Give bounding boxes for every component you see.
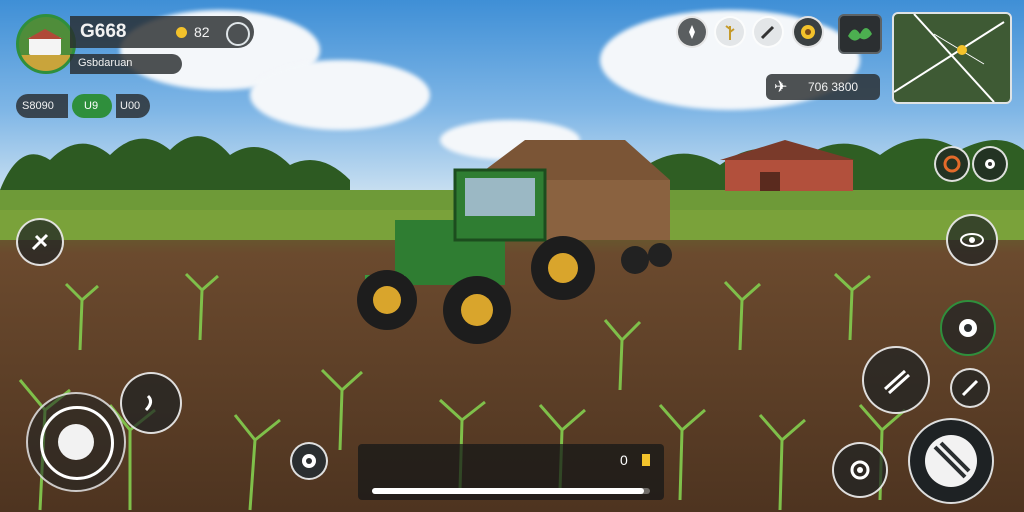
horn-icon[interactable]: [120, 372, 182, 434]
brake-button[interactable]: [908, 418, 994, 504]
player-name: Gsbdaruan: [78, 57, 133, 69]
coin-icon: [176, 27, 187, 38]
joystick[interactable]: [26, 392, 126, 492]
plant-icon[interactable]: [838, 14, 882, 54]
plow-icon[interactable]: [950, 368, 990, 408]
joystick-knob[interactable]: [58, 424, 94, 460]
counter-value: 706 3800: [808, 80, 859, 94]
camera-view-icon[interactable]: [946, 214, 998, 266]
resource-value: 82: [194, 24, 210, 40]
settings-gear-icon[interactable]: [940, 300, 996, 356]
minimap[interactable]: [892, 12, 1012, 104]
stat-right-value: U00: [120, 100, 141, 112]
attach-tool-icon[interactable]: [862, 346, 930, 414]
stat-middle: U9: [72, 94, 112, 118]
sunflower-icon[interactable]: [792, 16, 824, 48]
counter-panel: ✈ 706 3800: [766, 74, 880, 100]
player-panel: G668 82 Gsbdaruan: [16, 14, 256, 74]
progress-track: [372, 488, 650, 494]
compass-icon[interactable]: [676, 16, 708, 48]
money-bar: G668 82: [70, 16, 254, 48]
money-value: G668: [80, 21, 127, 42]
speed-label: 0: [620, 452, 628, 468]
stat-right: U00: [116, 94, 150, 118]
stat-left: S8090: [16, 94, 68, 118]
record-icon[interactable]: [290, 442, 328, 480]
fuel-icon: [642, 454, 650, 466]
stat-middle-value: U9: [84, 100, 99, 112]
player-name-bar: Gsbdaruan: [70, 54, 182, 74]
farm-avatar[interactable]: [16, 14, 76, 74]
speed-panel: 0: [358, 444, 664, 500]
barn: [720, 140, 855, 191]
left-tool-icon[interactable]: [16, 218, 64, 266]
settings-icon-small[interactable]: [226, 22, 250, 46]
pencil-icon[interactable]: [752, 16, 784, 48]
tractor-with-trailer: [357, 140, 672, 344]
wheat-icon[interactable]: [714, 16, 746, 48]
gear-icon[interactable]: [972, 146, 1008, 182]
stats-row: S8090 U9 U00: [16, 94, 152, 118]
airplane-icon: ✈: [774, 79, 788, 96]
stat-left-value: S8090: [22, 100, 54, 112]
implement-settings-icon[interactable]: [832, 442, 888, 498]
steering-wheel-icon[interactable]: [934, 146, 970, 182]
top-icon-bar: [672, 14, 884, 54]
progress-fill: [372, 488, 645, 494]
